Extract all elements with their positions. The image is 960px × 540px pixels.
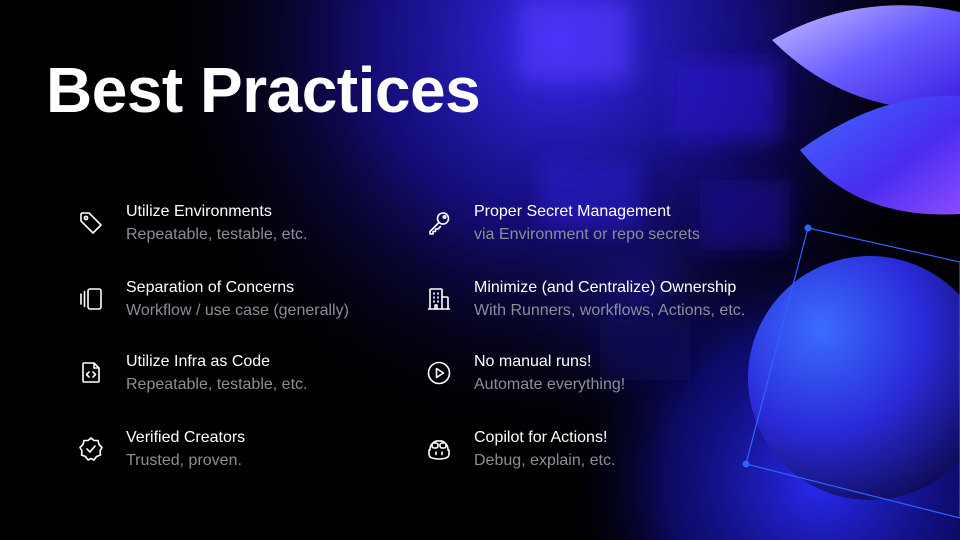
organization-icon	[426, 286, 452, 312]
practice-heading: Minimize (and Centralize) Ownership	[474, 279, 737, 296]
practice-heading: Verified Creators	[126, 429, 246, 446]
verified-badge-icon	[78, 436, 104, 462]
practice-item-environments: Utilize Environments Repeatable, testabl…	[78, 202, 418, 254]
practice-subtext: Workflow / use case (generally)	[126, 302, 349, 319]
practice-subtext: With Runners, workflows, Actions, etc.	[474, 302, 746, 319]
tag-icon	[78, 210, 104, 236]
practice-item-secret-management: Proper Secret Management via Environment…	[426, 202, 786, 254]
code-file-icon	[78, 360, 104, 386]
practice-heading: Copilot for Actions!	[474, 429, 608, 446]
practice-subtext: Repeatable, testable, etc.	[126, 376, 308, 393]
practice-subtext: Trusted, proven.	[126, 452, 242, 469]
practice-subtext: Automate everything!	[474, 376, 626, 393]
practice-subtext: via Environment or repo secrets	[474, 226, 700, 243]
stacked-cards-icon	[78, 286, 104, 312]
practice-subtext: Debug, explain, etc.	[474, 452, 616, 469]
key-icon	[426, 210, 452, 236]
practice-subtext: Repeatable, testable, etc.	[126, 226, 308, 243]
practice-heading: Utilize Infra as Code	[126, 353, 271, 370]
practice-heading: Utilize Environments	[126, 203, 272, 220]
practice-item-verified-creators: Verified Creators Trusted, proven.	[78, 428, 418, 480]
practice-item-infra-as-code: Utilize Infra as Code Repeatable, testab…	[78, 352, 418, 404]
practice-heading: Separation of Concerns	[126, 279, 295, 296]
practice-item-no-manual-runs: No manual runs! Automate everything!	[426, 352, 786, 404]
slide: Best Practices Utilize Environments Repe…	[0, 0, 960, 540]
practice-item-separation: Separation of Concerns Workflow / use ca…	[78, 278, 418, 330]
practice-heading: Proper Secret Management	[474, 203, 671, 220]
practice-item-copilot: Copilot for Actions! Debug, explain, etc…	[426, 428, 786, 480]
copilot-icon	[426, 436, 452, 462]
practice-item-ownership: Minimize (and Centralize) Ownership With…	[426, 278, 786, 330]
play-icon	[426, 360, 452, 386]
slide-title: Best Practices	[46, 54, 481, 126]
practice-heading: No manual runs!	[474, 353, 592, 370]
